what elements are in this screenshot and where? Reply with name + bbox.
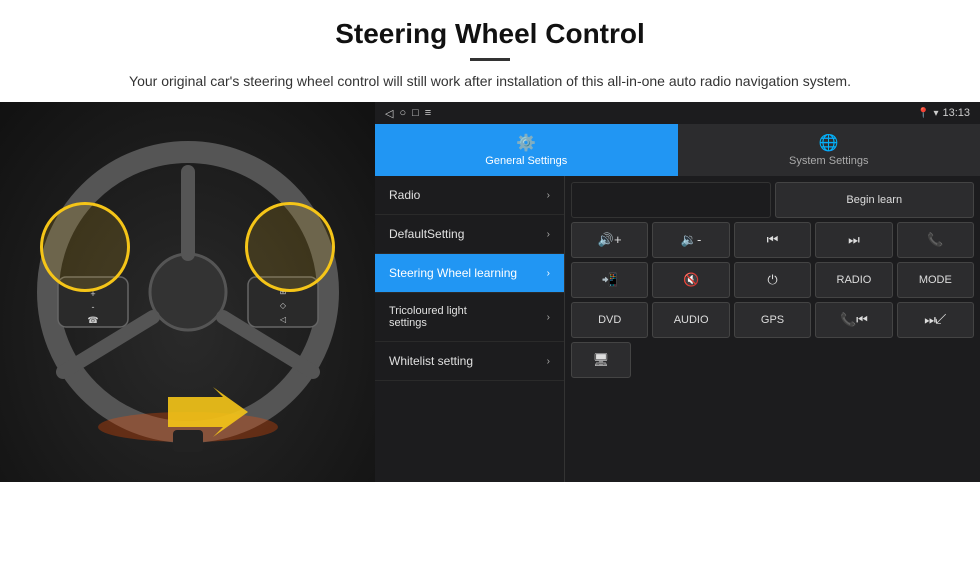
vol-up-button[interactable]: 🔊+ [571,222,648,258]
grid-row-3: 📲 🔇 ⏻ RADIO MODE [571,262,974,298]
menu-item-tricoloured[interactable]: Tricoloured lightsettings › [375,293,564,342]
next-icon: ⏭ [848,232,860,248]
callout-left [40,202,130,292]
tab-system[interactable]: 🌐 System Settings [678,124,980,176]
status-bar: ◁ ○ □ ≡ 📍 ▾ 13:13 [375,102,980,124]
menu-icon[interactable]: ≡ [425,107,431,119]
svg-text:◁: ◁ [279,315,286,324]
steering-wheel-panel: + - ☎ ⊞ ◇ ◁ [0,102,375,482]
arrow-overlay [168,387,248,442]
tab-general[interactable]: ⚙️ General Settings [375,124,678,176]
location-icon: 📍 [917,108,929,119]
menu-default-label: DefaultSetting [389,227,464,241]
chevron-icon: › [547,356,550,367]
phone-button[interactable]: 📞 [897,222,974,258]
menu-steering-label: Steering Wheel learning [389,266,517,280]
vol-up-icon: 🔊+ [598,232,622,248]
chevron-icon: › [547,190,550,201]
steering-wheel-bg: + - ☎ ⊞ ◇ ◁ [0,102,375,482]
android-panel: ◁ ○ □ ≡ 📍 ▾ 13:13 ⚙️ General Settings 🌐 … [375,102,980,482]
empty-slot-1 [571,182,771,218]
skip-icon: ⏭↙ [924,312,946,328]
radio-button[interactable]: RADIO [815,262,892,298]
dvd-label: DVD [598,314,621,326]
vol-down-button[interactable]: 🔉- [652,222,729,258]
phone-prev-icon: 📞⏮ [840,312,868,328]
svg-text:☎: ☎ [87,315,98,325]
menu-radio-label: Radio [389,188,420,202]
grid-row-4: DVD AUDIO GPS 📞⏮ ⏭↙ [571,302,974,338]
menu-item-radio[interactable]: Radio › [375,176,564,215]
tab-system-label: System Settings [789,155,868,167]
dvd-button[interactable]: DVD [571,302,648,338]
recent-icon[interactable]: □ [412,107,419,119]
content-area: + - ☎ ⊞ ◇ ◁ [0,102,980,482]
callout-right [245,202,335,292]
menu-whitelist-label: Whitelist setting [389,354,473,368]
back-icon[interactable]: ◁ [385,107,393,120]
radio-label: RADIO [837,274,872,286]
prev-button[interactable]: ⏮ [734,222,811,258]
vol-down-icon: 🔉- [681,232,702,248]
gps-label: GPS [761,314,784,326]
menu-item-default[interactable]: DefaultSetting › [375,215,564,254]
prev-icon: ⏮ [767,232,779,248]
title-divider [470,58,510,61]
general-settings-icon: ⚙️ [516,133,536,153]
menu-list: Radio › DefaultSetting › Steering Wheel … [375,176,565,482]
grid-row-2: 🔊+ 🔉- ⏮ ⏭ 📞 [571,222,974,258]
mode-button[interactable]: MODE [897,262,974,298]
answer-button[interactable]: 📲 [571,262,648,298]
menu-item-whitelist[interactable]: Whitelist setting › [375,342,564,381]
power-icon: ⏻ [767,272,777,288]
chevron-icon: › [547,312,550,323]
phone-icon: 📞 [927,232,943,248]
skip-button[interactable]: ⏭↙ [897,302,974,338]
page-title: Steering Wheel Control [60,18,920,50]
clock: 13:13 [942,107,970,119]
menu-item-steering[interactable]: Steering Wheel learning › [375,254,564,293]
control-grid: Begin learn 🔊+ 🔉- ⏮ ⏭ [565,176,980,482]
mute-button[interactable]: 🔇 [652,262,729,298]
phone-prev-button[interactable]: 📞⏮ [815,302,892,338]
header-description: Your original car's steering wheel contr… [60,71,920,92]
grid-row-1: Begin learn [571,182,974,218]
menu-tricoloured-label: Tricoloured lightsettings [389,305,467,329]
nav-icons: ◁ ○ □ ≡ [385,107,431,120]
power-button[interactable]: ⏻ [734,262,811,298]
next-button[interactable]: ⏭ [815,222,892,258]
audio-label: AUDIO [674,314,709,326]
audio-button[interactable]: AUDIO [652,302,729,338]
begin-learn-button[interactable]: Begin learn [775,182,975,218]
grid-row-5: 🖥 [571,342,974,378]
tab-general-label: General Settings [485,155,567,167]
chevron-icon: › [547,229,550,240]
main-content: Radio › DefaultSetting › Steering Wheel … [375,176,980,482]
page-header: Steering Wheel Control Your original car… [0,0,980,102]
status-right: 📍 ▾ 13:13 [917,107,970,119]
screen-icon: 🖥 [593,352,610,368]
wifi-icon: ▾ [933,108,938,119]
gps-button[interactable]: GPS [734,302,811,338]
svg-text:-: - [91,302,94,312]
answer-icon: 📲 [602,272,618,288]
screen-button[interactable]: 🖥 [571,342,631,378]
home-icon[interactable]: ○ [399,107,406,119]
mode-label: MODE [919,274,952,286]
system-settings-icon: 🌐 [819,133,839,153]
tab-bar: ⚙️ General Settings 🌐 System Settings [375,124,980,176]
chevron-icon: › [547,268,550,279]
mute-icon: 🔇 [683,272,699,288]
svg-text:◇: ◇ [279,301,286,310]
